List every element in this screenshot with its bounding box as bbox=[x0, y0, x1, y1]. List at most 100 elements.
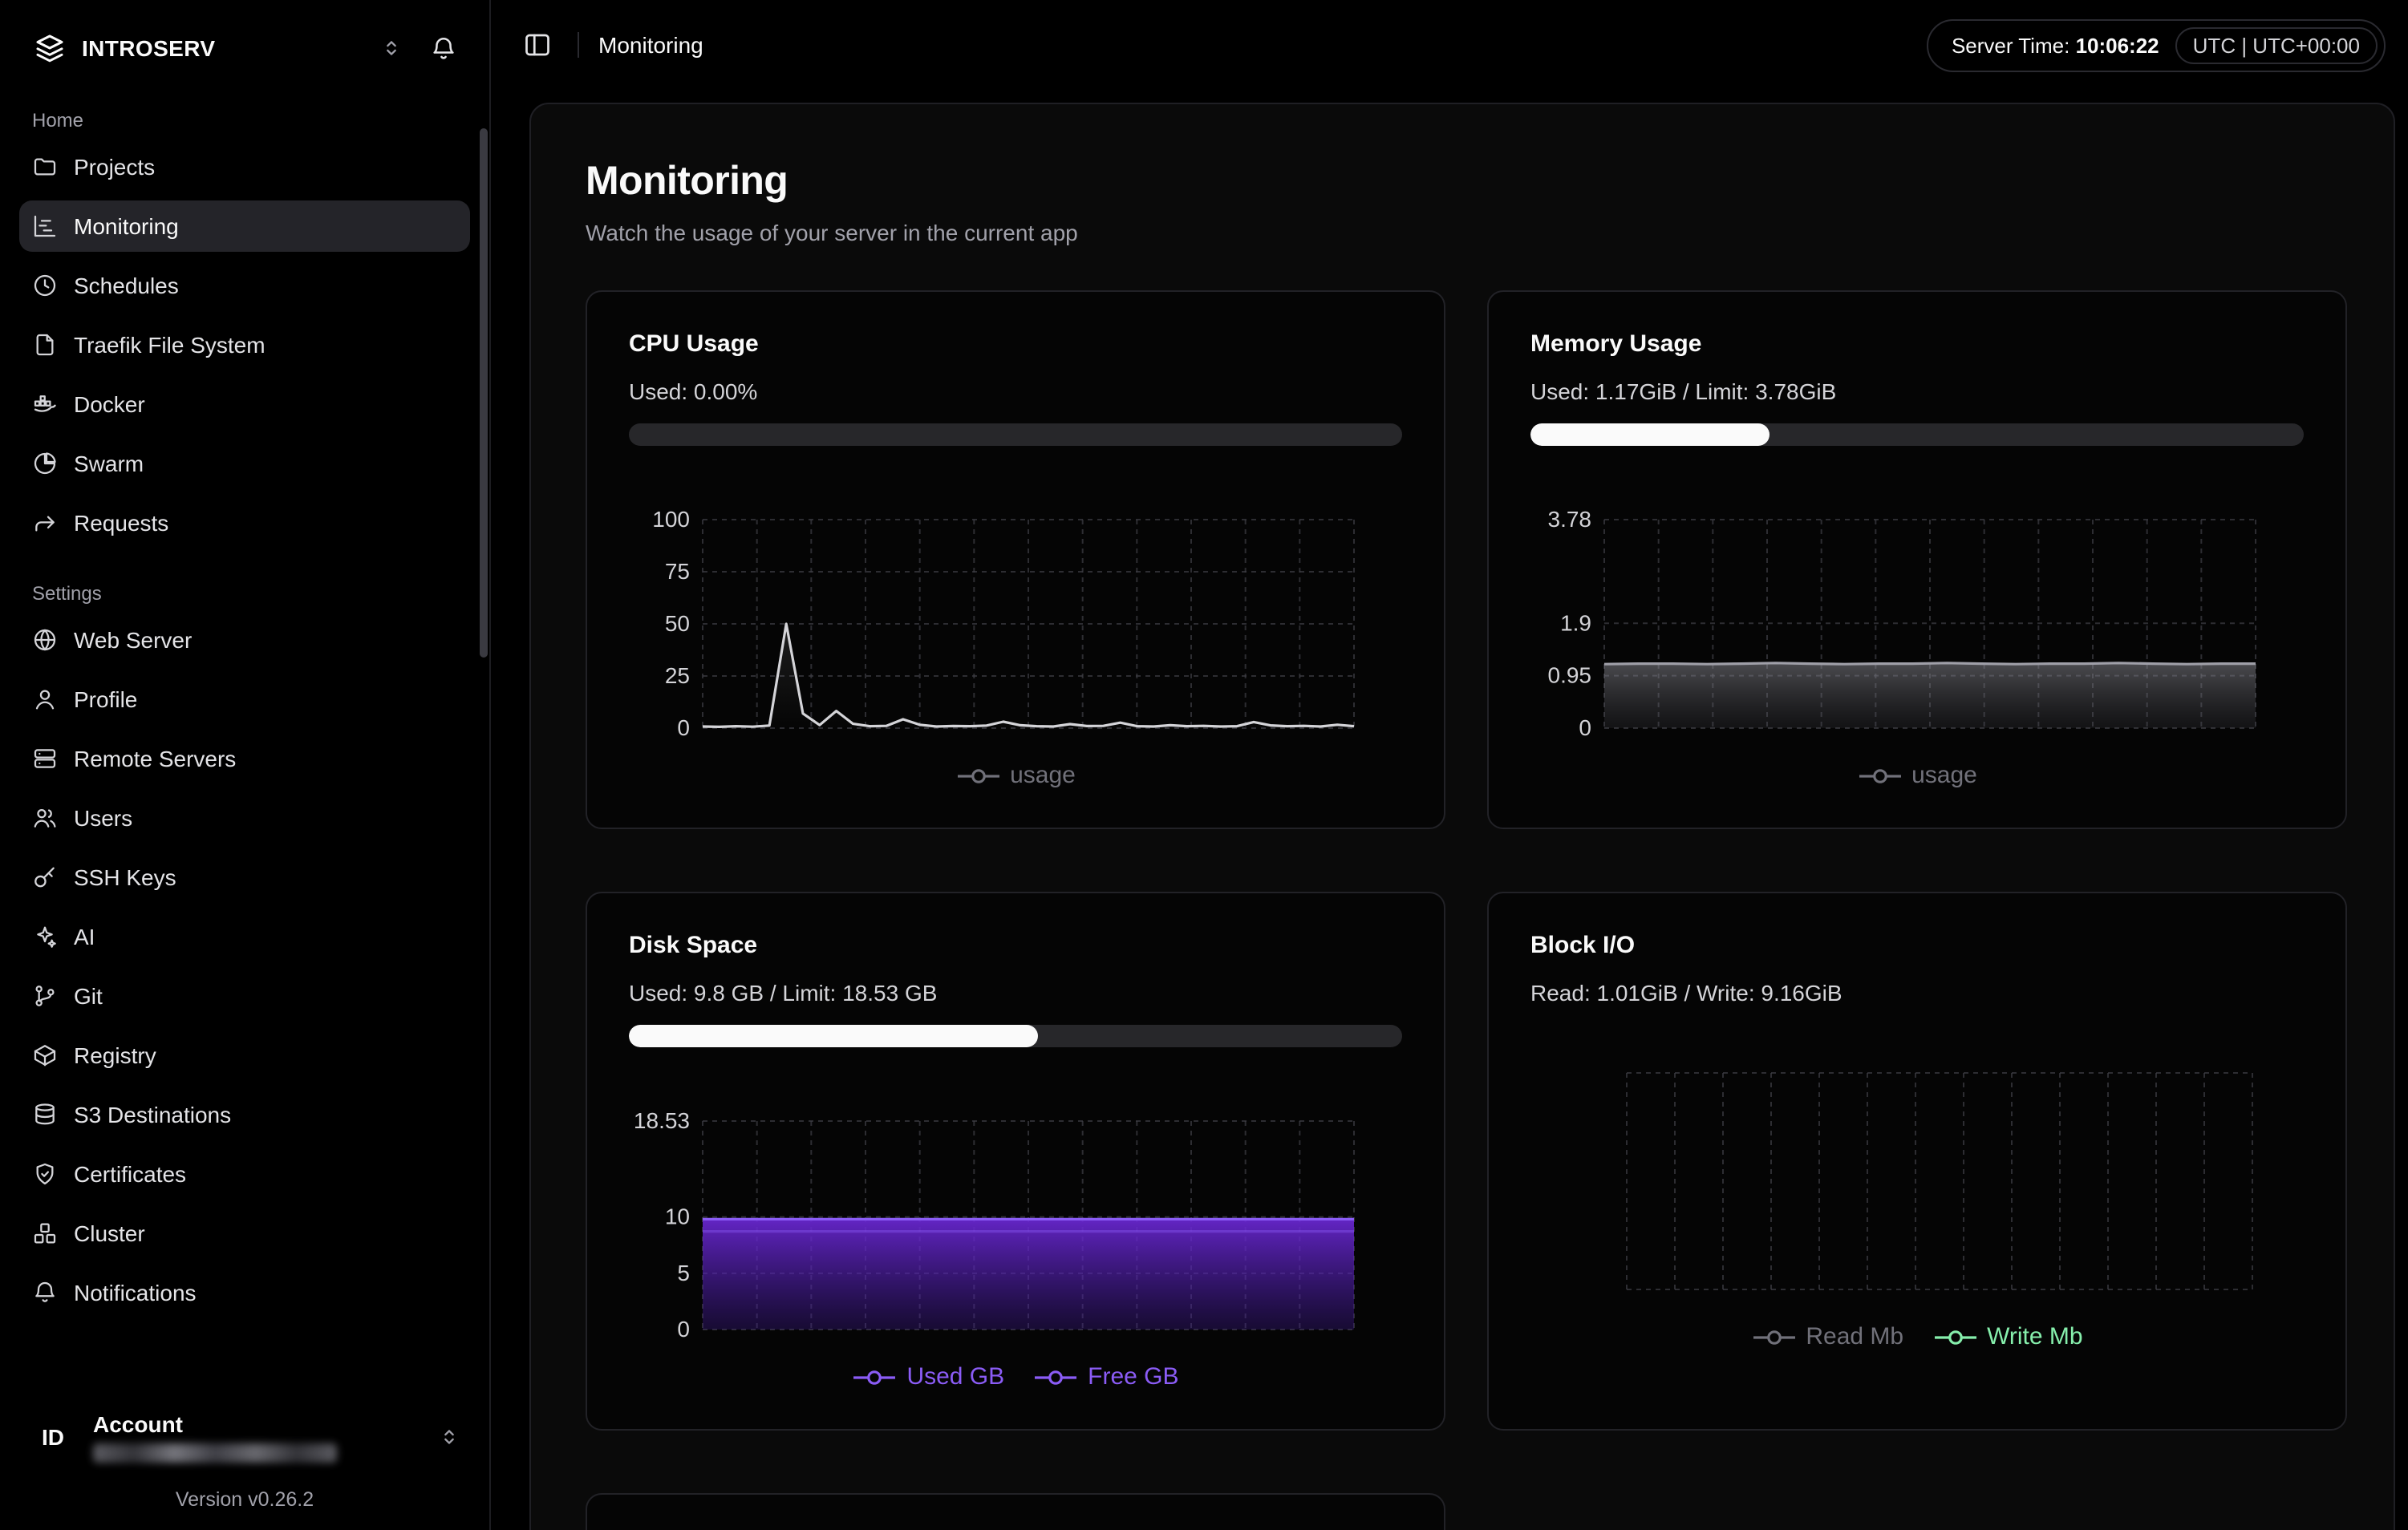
page-subtitle: Watch the usage of your server in the cu… bbox=[586, 220, 2339, 245]
svg-text:18.53: 18.53 bbox=[634, 1111, 690, 1133]
sidebar-item-monitoring[interactable]: Monitoring bbox=[19, 200, 470, 252]
shield-check-icon bbox=[32, 1161, 58, 1187]
introserv-logo-icon bbox=[32, 30, 67, 66]
sidebar-item-certificates[interactable]: Certificates bbox=[19, 1148, 470, 1200]
globe-icon bbox=[32, 627, 58, 653]
legend-label: usage bbox=[1010, 762, 1076, 789]
users-icon bbox=[32, 805, 58, 831]
sidebar-item-ssh-keys[interactable]: SSH Keys bbox=[19, 852, 470, 903]
sidebar-item-cluster[interactable]: Cluster bbox=[19, 1208, 470, 1259]
memory-progressbar bbox=[1530, 423, 2304, 446]
block-io-chart-legend: Read MbWrite Mb bbox=[1530, 1323, 2304, 1350]
sidebar-item-requests[interactable]: Requests bbox=[19, 497, 470, 548]
sidebar-item-registry[interactable]: Registry bbox=[19, 1030, 470, 1081]
page-title: Monitoring bbox=[586, 159, 2339, 205]
disk-chart: 18.531050 bbox=[629, 1111, 1402, 1347]
card-stat: Used: 1.17GiB / Limit: 3.78GiB bbox=[1530, 378, 2304, 404]
svg-text:50: 50 bbox=[665, 611, 690, 636]
disk-chart-svg: 18.531050 bbox=[629, 1111, 1402, 1339]
card-stat: Used: 9.8 GB / Limit: 18.53 GB bbox=[629, 980, 1402, 1006]
sidebar-item-remote-servers[interactable]: Remote Servers bbox=[19, 733, 470, 784]
nav-section: Home Projects Monitoring bbox=[19, 109, 470, 557]
sidebar-nav: Home Projects Monitoring bbox=[19, 83, 470, 1326]
key-icon bbox=[32, 864, 58, 890]
sidebar-item-projects[interactable]: Projects bbox=[19, 141, 470, 192]
legend-label: Free GB bbox=[1088, 1363, 1178, 1390]
database-icon bbox=[32, 1102, 58, 1127]
svg-text:0: 0 bbox=[1579, 715, 1591, 738]
sidebar-item-label: Registry bbox=[74, 1042, 156, 1068]
svg-text:100: 100 bbox=[652, 510, 690, 532]
sidebar-item-label: Cluster bbox=[74, 1220, 145, 1246]
block-io-chart-svg bbox=[1530, 1063, 2304, 1299]
sidebar-item-label: Remote Servers bbox=[74, 746, 236, 771]
legend-label: usage bbox=[1911, 762, 1977, 789]
app: INTROSERV Home P bbox=[0, 0, 2408, 1530]
memory-progress-fill bbox=[1530, 423, 1770, 446]
sidebar-item-notifications[interactable]: Notifications bbox=[19, 1267, 470, 1318]
sidebar-item-ai[interactable]: AI bbox=[19, 911, 470, 962]
chevrons-up-down-icon bbox=[380, 37, 403, 59]
sidebar-item-web-server[interactable]: Web Server bbox=[19, 614, 470, 666]
breadcrumb: Monitoring bbox=[598, 32, 703, 58]
avatar: ID bbox=[29, 1424, 77, 1450]
sidebar-item-label: SSH Keys bbox=[74, 864, 176, 890]
account-name: Account bbox=[93, 1411, 422, 1437]
server-time-label: Server Time: bbox=[1952, 33, 2070, 57]
card-stat: Used: 0.00% bbox=[629, 378, 1402, 404]
svg-text:0: 0 bbox=[677, 1317, 690, 1339]
sidebar-toggle-button[interactable] bbox=[517, 24, 558, 66]
sidebar-bottom: ID Account Version v0.26.2 bbox=[19, 1402, 470, 1517]
legend-item: usage bbox=[955, 762, 1076, 789]
notifications-bell-button[interactable] bbox=[419, 24, 467, 72]
git-branch-icon bbox=[32, 983, 58, 1009]
main-area: Monitoring Server Time: 10:06:22 UTC | U… bbox=[491, 0, 2408, 1530]
package-icon bbox=[32, 1042, 58, 1068]
nav-section: Settings Web Server Profile bbox=[19, 582, 470, 1326]
sidebar-item-label: Traefik File System bbox=[74, 332, 266, 358]
card-title: Disk Space bbox=[629, 932, 1402, 959]
sidebar-item-users[interactable]: Users bbox=[19, 792, 470, 844]
sidebar-item-profile[interactable]: Profile bbox=[19, 674, 470, 725]
legend-line-icon bbox=[1932, 1327, 1977, 1346]
card-stat: Read: 1.01GiB / Write: 9.16GiB bbox=[1530, 980, 2304, 1006]
legend-item: Write Mb bbox=[1932, 1323, 2082, 1350]
file-icon bbox=[32, 332, 58, 358]
sidebar-item-label: Schedules bbox=[74, 273, 179, 298]
org-selector[interactable]: INTROSERV bbox=[22, 22, 412, 74]
block-io-chart bbox=[1530, 1063, 2304, 1307]
org-row: INTROSERV bbox=[19, 13, 470, 83]
legend-line-icon bbox=[955, 766, 1000, 785]
sidebar-item-label: Projects bbox=[74, 154, 155, 180]
disk-progress-fill bbox=[629, 1025, 1039, 1047]
svg-text:75: 75 bbox=[665, 559, 690, 584]
svg-text:3.78: 3.78 bbox=[1548, 510, 1592, 532]
memory-chart-svg: 3.78 1.9 0.95 0 bbox=[1530, 510, 2304, 738]
sidebar-item-label: AI bbox=[74, 924, 95, 949]
sidebar-item-s3-destinations[interactable]: S3 Destinations bbox=[19, 1089, 470, 1140]
disk-progressbar bbox=[629, 1025, 1402, 1047]
sidebar-item-docker[interactable]: Docker bbox=[19, 378, 470, 430]
legend-label: Used GB bbox=[906, 1363, 1004, 1390]
cpu-chart-legend: usage bbox=[629, 762, 1402, 789]
sidebar-item-swarm[interactable]: Swarm bbox=[19, 438, 470, 489]
folder-icon bbox=[32, 154, 58, 180]
account-selector[interactable]: ID Account bbox=[19, 1402, 470, 1472]
sidebar-item-traefik-file-system[interactable]: Traefik File System bbox=[19, 319, 470, 370]
legend-item: Free GB bbox=[1033, 1363, 1178, 1390]
monitoring-panel: Monitoring Watch the usage of your serve… bbox=[529, 103, 2395, 1530]
account-email-redacted bbox=[93, 1443, 337, 1463]
sidebar-scrollbar[interactable] bbox=[480, 128, 488, 658]
svg-text:0.95: 0.95 bbox=[1548, 663, 1592, 688]
sidebar-item-label: Certificates bbox=[74, 1161, 186, 1187]
card-title: Block I/O bbox=[1530, 932, 2304, 959]
sidebar-item-schedules[interactable]: Schedules bbox=[19, 260, 470, 311]
cpu-progressbar bbox=[629, 423, 1402, 446]
card-title: Memory Usage bbox=[1530, 330, 2304, 358]
sidebar-item-git[interactable]: Git bbox=[19, 970, 470, 1022]
sidebar-item-label: Requests bbox=[74, 510, 168, 536]
block-io-card: Block I/O Read: 1.01GiB / Write: 9.16GiB… bbox=[1487, 892, 2347, 1431]
svg-text:1.9: 1.9 bbox=[1560, 610, 1591, 635]
memory-chart: 3.78 1.9 0.95 0 bbox=[1530, 510, 2304, 746]
svg-text:25: 25 bbox=[665, 663, 690, 688]
